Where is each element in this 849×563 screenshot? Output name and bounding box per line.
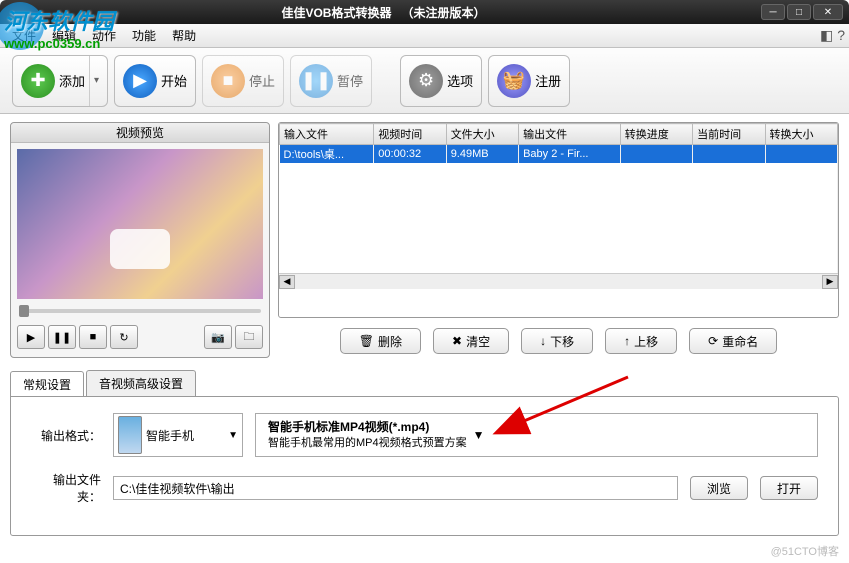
chevron-down-icon: ▼ <box>228 430 238 441</box>
preview-stop-button[interactable]: ■ <box>79 325 107 349</box>
menu-bar: 文件 编辑 动作 功能 帮助 ◧ ? <box>0 24 849 48</box>
start-label: 开始 <box>161 71 187 90</box>
format-desc: 智能手机最常用的MP4视频格式预置方案 <box>268 436 467 451</box>
x-icon: ✖ <box>452 334 462 348</box>
browse-button[interactable]: 浏览 <box>690 476 748 500</box>
basket-icon: 🧺 <box>497 64 531 98</box>
col-duration[interactable]: 视频时间 <box>374 124 446 145</box>
pause-label: 暂停 <box>337 71 363 90</box>
play-icon: ▶ <box>123 64 157 98</box>
video-preview[interactable] <box>17 149 263 299</box>
plus-icon: ✚ <box>21 64 55 98</box>
register-button[interactable]: 🧺 注册 <box>488 55 570 107</box>
pause-button[interactable]: ❚❚ 暂停 <box>290 55 372 107</box>
col-output[interactable]: 输出文件 <box>519 124 621 145</box>
open-button[interactable]: 打开 <box>760 476 818 500</box>
pause-icon: ❚❚ <box>299 64 333 98</box>
menu-help[interactable]: 帮助 <box>164 25 204 46</box>
tab-advanced[interactable]: 音视频高级设置 <box>86 370 196 396</box>
footer-watermark: @51CTO博客 <box>771 543 839 559</box>
format-label: 输出格式： <box>31 427 101 444</box>
stop-icon: ■ <box>211 64 245 98</box>
menu-file[interactable]: 文件 <box>4 25 44 46</box>
seek-slider[interactable] <box>19 305 261 317</box>
toolbar: ✚ 添加 ▾ ▶ 开始 ■ 停止 ❚❚ 暂停 ⚙ 选项 🧺 注册 <box>0 48 849 114</box>
preview-pause-button[interactable]: ❚❚ <box>48 325 76 349</box>
close-button[interactable]: ✕ <box>813 4 843 20</box>
movedown-button[interactable]: ↓下移 <box>521 328 593 354</box>
clear-button[interactable]: ✖清空 <box>433 328 509 354</box>
settings-panel: 常规设置 音视频高级设置 输出格式： 智能手机 ▼ 智能手机标准MP4视频(*.… <box>10 370 839 536</box>
add-button[interactable]: ✚ 添加 ▾ <box>12 55 108 107</box>
preview-title: 视频预览 <box>11 123 269 143</box>
format-title: 智能手机标准MP4视频(*.mp4) <box>268 419 467 436</box>
file-list-panel: 输入文件 视频时间 文件大小 输出文件 转换进度 当前时间 转换大小 D:\to… <box>278 122 839 358</box>
table-row[interactable] <box>280 163 838 273</box>
moveup-button[interactable]: ↑上移 <box>605 328 677 354</box>
cycle-icon: ⟳ <box>708 334 718 348</box>
down-icon: ↓ <box>540 334 546 348</box>
options-button[interactable]: ⚙ 选项 <box>400 55 482 107</box>
gear-icon: ⚙ <box>409 64 443 98</box>
help-icon[interactable]: ? <box>837 27 845 44</box>
minimize-button[interactable]: ─ <box>761 4 785 20</box>
output-label: 输出文件夹： <box>31 471 101 505</box>
col-size[interactable]: 文件大小 <box>446 124 518 145</box>
chevron-down-icon: ▼ <box>473 428 485 442</box>
add-dropdown[interactable]: ▾ <box>89 56 99 106</box>
preview-play-button[interactable]: ▶ <box>17 325 45 349</box>
tab-general[interactable]: 常规设置 <box>10 371 84 397</box>
format-preset-select[interactable]: 智能手机标准MP4视频(*.mp4) 智能手机最常用的MP4视频格式预置方案 ▼ <box>255 413 818 457</box>
col-progress[interactable]: 转换进度 <box>620 124 692 145</box>
preview-loop-button[interactable]: ↻ <box>110 325 138 349</box>
maximize-button[interactable]: □ <box>787 4 811 20</box>
delete-button[interactable]: 🗑删除 <box>340 328 421 354</box>
style-icon[interactable]: ◧ <box>820 27 833 44</box>
rename-button[interactable]: ⟳重命名 <box>689 328 777 354</box>
start-button[interactable]: ▶ 开始 <box>114 55 196 107</box>
folder-button[interactable]: 🗀 <box>235 325 263 349</box>
table-row[interactable]: D:\tools\桌... 00:00:32 9.49MB Baby 2 - F… <box>280 145 838 164</box>
col-current[interactable]: 当前时间 <box>693 124 765 145</box>
options-label: 选项 <box>447 71 473 90</box>
preview-panel: 视频预览 ▶ ❚❚ ■ ↻ 📷 🗀 <box>10 122 270 358</box>
window-title: 佳佳VOB格式转换器 （未注册版本） <box>6 4 761 21</box>
trash-icon: 🗑 <box>359 334 374 348</box>
up-icon: ↑ <box>624 334 630 348</box>
file-table[interactable]: 输入文件 视频时间 文件大小 输出文件 转换进度 当前时间 转换大小 D:\to… <box>279 123 838 273</box>
format-category-text: 智能手机 <box>146 427 194 444</box>
format-category-select[interactable]: 智能手机 ▼ <box>113 413 243 457</box>
add-label: 添加 <box>59 71 85 90</box>
menu-action[interactable]: 动作 <box>84 25 124 46</box>
stop-button[interactable]: ■ 停止 <box>202 55 284 107</box>
title-bar: 佳佳VOB格式转换器 （未注册版本） ─ □ ✕ <box>0 0 849 24</box>
register-label: 注册 <box>535 71 561 90</box>
col-input[interactable]: 输入文件 <box>280 124 374 145</box>
output-path-input[interactable] <box>113 476 678 500</box>
stop-label: 停止 <box>249 71 275 90</box>
phone-icon <box>118 416 142 454</box>
snapshot-button[interactable]: 📷 <box>204 325 232 349</box>
horizontal-scrollbar[interactable]: ◀▶ <box>279 273 838 289</box>
menu-edit[interactable]: 编辑 <box>44 25 84 46</box>
col-outsize[interactable]: 转换大小 <box>765 124 837 145</box>
menu-function[interactable]: 功能 <box>124 25 164 46</box>
